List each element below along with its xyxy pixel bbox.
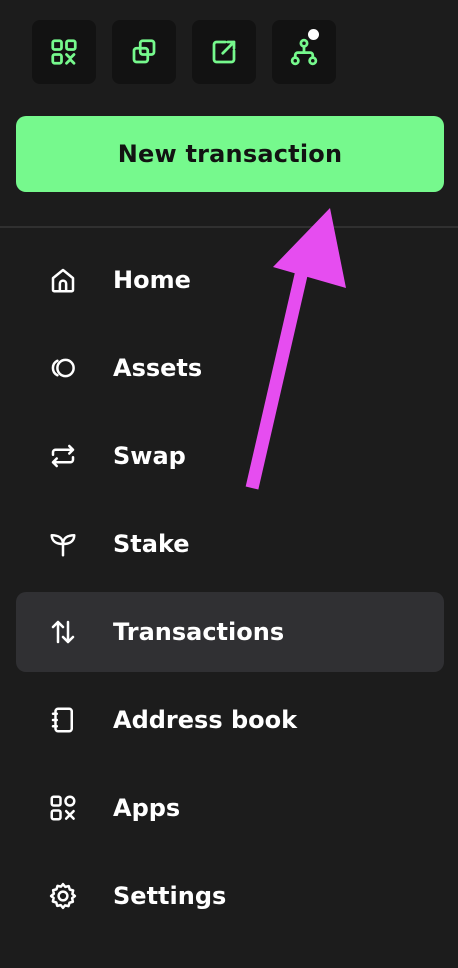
qr-code-icon (51, 39, 77, 65)
address-book-icon (48, 705, 78, 735)
settings-icon (48, 881, 78, 911)
nav-label-swap: Swap (113, 442, 186, 470)
home-icon (48, 265, 78, 295)
stake-icon (48, 529, 78, 559)
nav-label-stake: Stake (113, 530, 190, 558)
copy-icon (132, 39, 156, 64)
assets-icon (48, 353, 78, 383)
sidebar: New transaction Home Assets Swap Stake T… (0, 0, 458, 968)
divider (0, 226, 458, 228)
nav-label-apps: Apps (113, 794, 181, 822)
copy-button[interactable] (112, 20, 176, 84)
nav-item-assets[interactable]: Assets (16, 328, 444, 408)
nav-item-settings[interactable]: Settings (16, 856, 444, 936)
transactions-icon (48, 617, 78, 647)
nav-label-home: Home (113, 266, 191, 294)
nav-item-home[interactable]: Home (16, 240, 444, 320)
nav-item-swap[interactable]: Swap (16, 416, 444, 496)
nav-label-address-book: Address book (113, 706, 298, 734)
nav-item-stake[interactable]: Stake (16, 504, 444, 584)
external-link-icon (212, 40, 236, 64)
open-external-button[interactable] (192, 20, 256, 84)
new-transaction-label: New transaction (117, 140, 343, 168)
nav-item-transactions[interactable]: Transactions (16, 592, 444, 672)
main-nav: Home Assets Swap Stake Transactions Addr… (16, 240, 444, 944)
apps-icon (48, 793, 78, 823)
notification-dot (308, 29, 319, 40)
nav-label-assets: Assets (113, 354, 203, 382)
new-transaction-button[interactable]: New transaction (16, 116, 444, 192)
nav-label-settings: Settings (113, 882, 227, 910)
top-icon-bar (32, 20, 336, 84)
nav-item-apps[interactable]: Apps (16, 768, 444, 848)
qr-code-button[interactable] (32, 20, 96, 84)
nav-item-address-book[interactable]: Address book (16, 680, 444, 760)
swap-icon (48, 441, 78, 471)
network-icon (290, 38, 318, 66)
nav-label-transactions: Transactions (113, 618, 285, 646)
network-button[interactable] (272, 20, 336, 84)
